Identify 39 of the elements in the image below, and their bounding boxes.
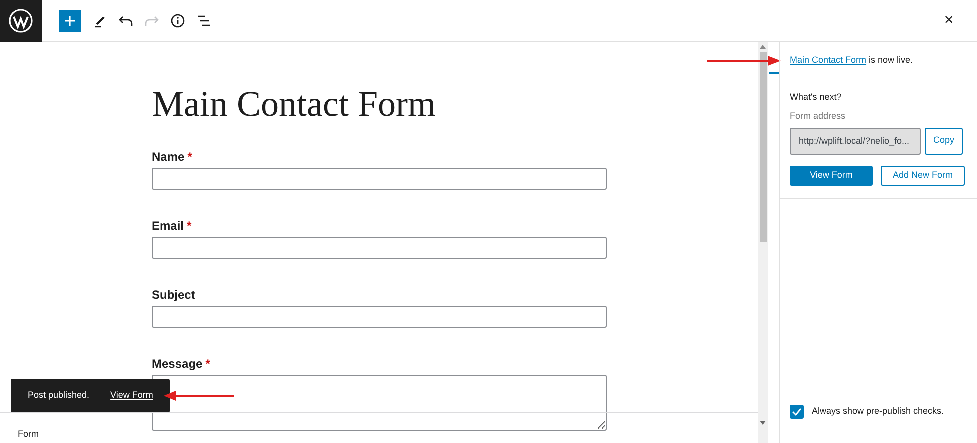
view-form-button[interactable]: View Form (790, 166, 873, 186)
required-mark: * (187, 218, 192, 235)
logo-icon[interactable] (0, 0, 42, 42)
add-new-form-button[interactable]: Add New Form (881, 166, 965, 186)
input-field[interactable] (152, 306, 607, 328)
field-label: Subject (152, 287, 196, 304)
tab-indicator (769, 72, 779, 74)
plus-icon (64, 14, 76, 26)
scroll-down-icon[interactable] (760, 421, 766, 425)
required-mark: * (206, 356, 210, 373)
annotation-arrow-icon (164, 391, 235, 401)
info-icon[interactable] (171, 14, 185, 28)
form-title: Main Contact Form (152, 86, 436, 122)
form-address-label: Form address (790, 110, 847, 123)
field-label: Message (152, 356, 203, 373)
scrollbar-thumb[interactable] (760, 52, 766, 242)
whats-next-heading: What's next? (790, 90, 843, 104)
input-field[interactable] (152, 168, 607, 190)
field-label: Name (152, 149, 185, 166)
copy-button[interactable]: Copy (925, 128, 963, 154)
close-button[interactable]: × (939, 10, 959, 30)
undo-icon[interactable] (119, 14, 133, 26)
input-field[interactable] (152, 237, 607, 259)
form-link[interactable]: Main Contact Form (790, 55, 867, 65)
checkbox[interactable] (790, 405, 804, 419)
add-block-button[interactable] (59, 10, 81, 32)
form-address-field[interactable]: http://wplift.local/?nelio_fo... (790, 128, 921, 154)
breadcrumb[interactable]: Form (18, 428, 39, 442)
checkbox-label: Always show pre-publish checks. (812, 405, 944, 418)
field-label: Email (152, 218, 184, 235)
list-view-icon[interactable] (197, 14, 211, 26)
scroll-up-icon[interactable] (760, 45, 766, 49)
view-form-link[interactable]: View Form (110, 389, 154, 403)
message-field[interactable] (152, 375, 607, 431)
required-mark: * (188, 149, 192, 166)
published-notice: Main Contact Form is now live. (790, 54, 914, 67)
snackbar-message: Post published. (28, 389, 90, 402)
scrollbar[interactable] (758, 42, 768, 443)
annotation-arrow-icon (707, 56, 781, 66)
